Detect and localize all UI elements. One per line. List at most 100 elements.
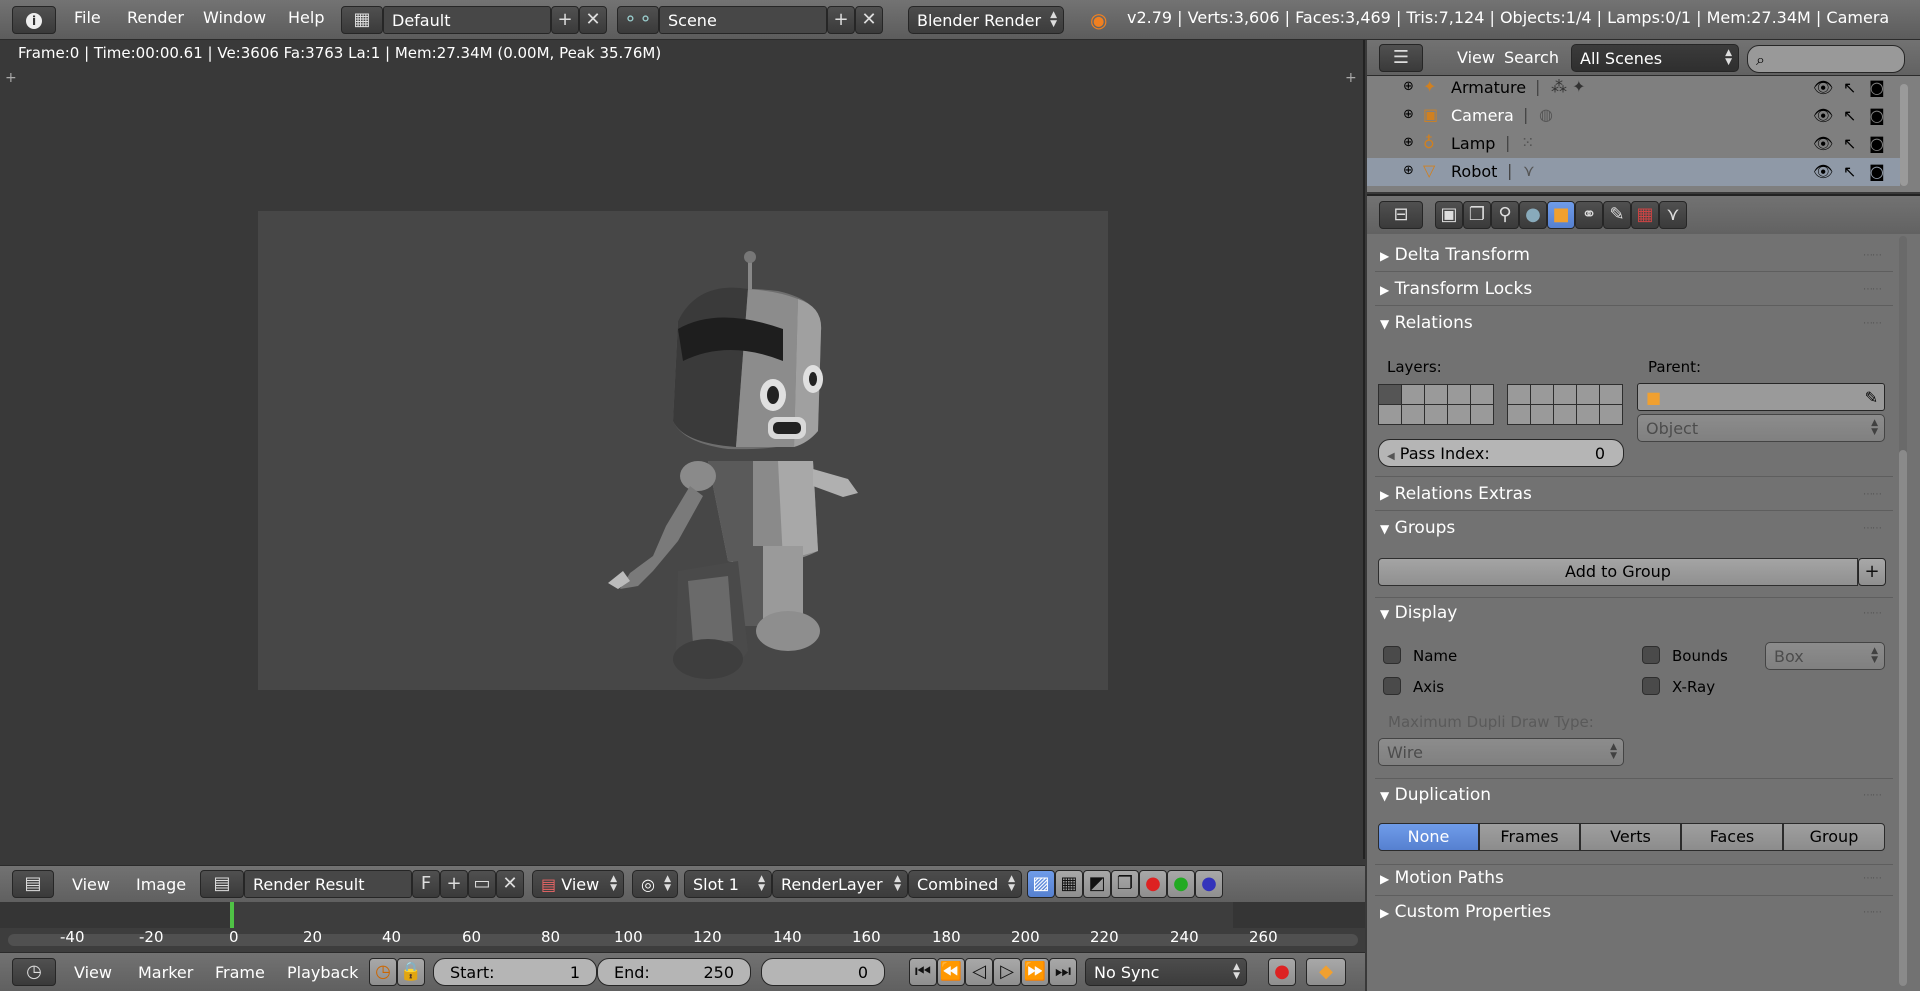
add-to-group-button[interactable]: Add to Group [1378,558,1858,586]
scene-name-field[interactable]: Scene [659,6,827,34]
panel-display[interactable]: ▼ Display [1380,603,1457,623]
panel-transform-locks[interactable]: ▶ Transform Locks [1380,279,1532,299]
expand-icon[interactable]: ⊕ [1403,107,1414,122]
layer-grid-right[interactable] [1507,384,1623,425]
drag-grip-icon[interactable]: ⋯⋯ [1863,250,1882,261]
panel-duplication[interactable]: ▼ Duplication [1380,785,1491,805]
world-tab[interactable]: ● [1519,201,1547,229]
select-arrow-icon[interactable]: ↖ [1843,106,1856,125]
sync-mode-dropdown[interactable]: No Sync ▲ ▼ [1085,958,1247,986]
panel-delta-transform[interactable]: ▶ Delta Transform [1380,245,1530,265]
visibility-eye-icon[interactable]: 👁 [1813,78,1833,97]
blue-channel-button[interactable]: ● [1195,870,1223,898]
duplication-frames-button[interactable]: Frames [1479,823,1580,851]
menu-window[interactable]: Window [203,8,266,27]
pass-index-field[interactable]: ◀ Pass Index: 0 [1378,439,1624,467]
render-tab[interactable]: ▣ [1435,201,1463,229]
new-image-button[interactable]: + [440,870,468,898]
current-frame-field[interactable]: 0 [761,958,885,986]
render-layers-tab[interactable]: ❐ [1463,201,1491,229]
add-layout-button[interactable]: + [551,6,579,34]
editor-type-info-button[interactable]: i [12,6,56,34]
panel-relations-extras[interactable]: ▶ Relations Extras [1380,484,1532,504]
texture-tab[interactable]: ▦ [1631,201,1659,229]
z-buffer-button[interactable]: ◩ [1083,870,1111,898]
menu-render[interactable]: Render [127,8,184,27]
image-name-field[interactable]: Render Result [244,870,412,898]
modifiers-tab[interactable]: ✎ [1603,201,1631,229]
xray-checkbox[interactable] [1642,677,1660,695]
jump-end-button[interactable]: ⏭ [1049,958,1077,986]
editor-type-button[interactable]: ◷ [12,958,56,986]
menu-playback[interactable]: Playback [287,963,358,982]
max-dupli-draw-dropdown[interactable]: Wire ▲ ▼ [1378,738,1624,766]
editor-type-button[interactable]: ▤ [12,870,54,898]
editor-type-button[interactable]: ⊟ [1379,201,1423,229]
new-group-button[interactable]: + [1858,558,1886,586]
area-corner-plus-icon[interactable]: + [5,70,17,86]
render-camera-icon[interactable]: ◙ [1869,134,1885,153]
render-camera-icon[interactable]: ◙ [1869,162,1885,181]
visibility-eye-icon[interactable]: 👁 [1813,106,1833,125]
select-arrow-icon[interactable]: ↖ [1843,162,1856,181]
drag-grip-icon[interactable]: ⋯⋯ [1863,907,1882,918]
axis-checkbox[interactable] [1383,677,1401,695]
duplication-group-button[interactable]: Group [1783,823,1885,851]
drag-grip-icon[interactable]: ⋯⋯ [1863,523,1882,534]
drag-grip-icon[interactable]: ⋯⋯ [1863,873,1882,884]
render-camera-icon[interactable]: ◙ [1869,106,1885,125]
layout-name-field[interactable]: Default [383,6,551,34]
drag-grip-icon[interactable]: ⋯⋯ [1863,318,1882,329]
render-pass-dropdown[interactable]: Combined ▲ ▼ [908,870,1022,898]
drag-grip-icon[interactable]: ⋯⋯ [1863,284,1882,295]
name-checkbox[interactable] [1383,646,1401,664]
panel-custom-properties[interactable]: ▶ Custom Properties [1380,902,1551,922]
green-channel-button[interactable]: ● [1167,870,1195,898]
outliner-search-input[interactable]: ⌕ [1747,45,1905,73]
add-scene-button[interactable]: + [827,6,855,34]
red-channel-button[interactable]: ● [1139,870,1167,898]
visibility-eye-icon[interactable]: 👁 [1813,134,1833,153]
expand-icon[interactable]: ⊕ [1403,135,1414,150]
layout-browse-button[interactable]: ▦ [341,6,383,34]
lock-range-button[interactable]: 🔒 [397,958,425,986]
bounds-type-dropdown[interactable]: Box ▲ ▼ [1765,642,1885,670]
drag-grip-icon[interactable]: ⋯⋯ [1863,608,1882,619]
remove-layout-button[interactable]: ✕ [579,6,607,34]
menu-image[interactable]: Image [136,875,186,894]
layer-grid-left[interactable] [1378,384,1494,425]
start-frame-field[interactable]: Start: 1 [433,958,597,986]
constraints-tab[interactable]: ⚭ [1575,201,1603,229]
render-engine-dropdown[interactable]: Blender Render ▲ ▼ [908,6,1064,34]
pivot-dropdown[interactable]: ◎ ▲ ▼ [632,870,678,898]
select-arrow-icon[interactable]: ↖ [1843,134,1856,153]
open-image-button[interactable]: ▭ [468,870,496,898]
end-frame-field[interactable]: End: 250 [597,958,751,986]
outliner-scrollbar[interactable] [1900,84,1908,186]
play-reverse-button[interactable]: ◁ [965,958,993,986]
display-mode-dropdown[interactable]: All Scenes ▲ ▼ [1571,44,1739,72]
parent-object-field[interactable]: ■ ✎ [1637,383,1885,411]
bounds-checkbox[interactable] [1642,646,1660,664]
auto-keyframe-button[interactable]: ● [1268,958,1296,986]
menu-file[interactable]: File [74,8,101,27]
select-arrow-icon[interactable]: ↖ [1843,78,1856,97]
editor-type-button[interactable]: ☰ [1379,44,1423,72]
next-keyframe-button[interactable]: ⏩ [1021,958,1049,986]
render-layer-dropdown[interactable]: RenderLayer ▲ ▼ [772,870,908,898]
menu-help[interactable]: Help [288,8,324,27]
rgb-button[interactable]: ❐ [1111,870,1139,898]
menu-marker[interactable]: Marker [138,963,193,982]
eyedropper-icon[interactable]: ✎ [1865,388,1878,407]
menu-view[interactable]: View [1457,48,1495,67]
decrement-arrow-icon[interactable]: ◀ [1387,451,1395,462]
duplication-none-button[interactable]: None [1378,823,1479,851]
prev-keyframe-button[interactable]: ⏪ [937,958,965,986]
menu-search[interactable]: Search [1504,48,1559,67]
panel-relations[interactable]: ▼ Relations [1380,313,1473,333]
expand-icon[interactable]: ⊕ [1403,79,1414,94]
scene-browse-button[interactable]: ⚬⚬ [617,6,659,34]
menu-view[interactable]: View [74,963,112,982]
unlink-image-button[interactable]: ✕ [496,870,524,898]
menu-view[interactable]: View [72,875,110,894]
